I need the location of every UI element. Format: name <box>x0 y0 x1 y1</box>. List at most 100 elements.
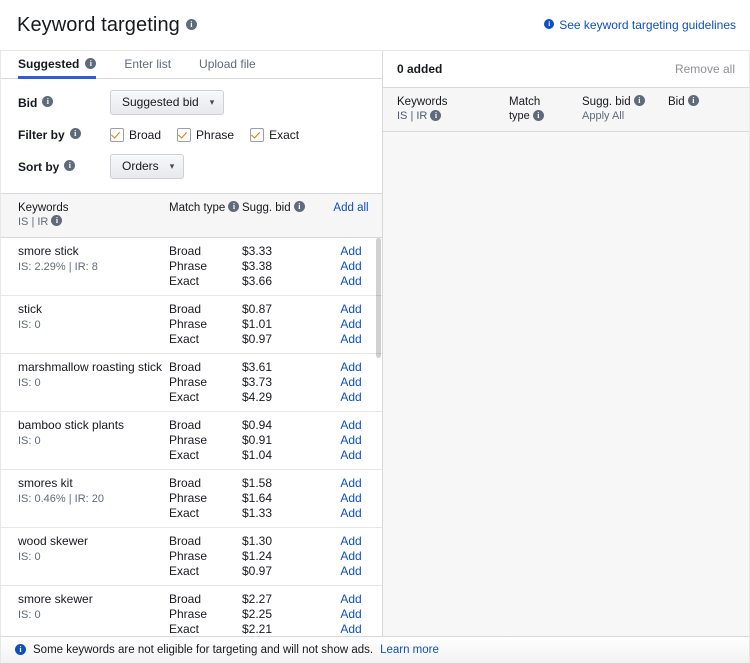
add-keyword-button[interactable]: Add <box>320 476 382 491</box>
info-icon[interactable]: i <box>186 19 197 30</box>
add-keyword-button[interactable]: Add <box>320 491 382 506</box>
apply-all-button[interactable]: Apply All <box>582 110 668 122</box>
keyword-stats: IS: 0 <box>18 434 169 449</box>
keyword-text: smore stick <box>18 244 169 259</box>
sort-by-dropdown[interactable]: Orders ▾ <box>110 154 184 179</box>
sugg-bid-cell: $0.94$0.91$1.04 <box>242 418 320 463</box>
checkbox-exact[interactable]: Exact <box>250 128 299 142</box>
is-ir-label: IS | IR <box>397 110 427 122</box>
sugg-bid-cell: $1.30$1.24$0.97 <box>242 534 320 579</box>
actions-cell: AddAddAdd <box>320 302 382 347</box>
keyword-stats: IS: 0 <box>18 550 169 565</box>
added-column-sugg-bid-label: Sugg. bid <box>582 96 631 108</box>
add-keyword-button[interactable]: Add <box>320 390 382 405</box>
add-keyword-button[interactable]: Add <box>320 506 382 521</box>
info-icon[interactable]: i <box>430 110 441 121</box>
add-keyword-button[interactable]: Add <box>320 375 382 390</box>
added-column-keywords: Keywords IS | IR i <box>397 96 509 122</box>
info-icon[interactable]: i <box>51 215 62 226</box>
info-icon: i <box>544 19 554 29</box>
add-keyword-button[interactable]: Add <box>320 433 382 448</box>
match-type-cell: BroadPhraseExact <box>169 418 242 463</box>
tab-suggested[interactable]: Suggested i <box>18 51 110 78</box>
page-title-text: Keyword targeting <box>17 14 180 37</box>
add-keyword-button[interactable]: Add <box>320 622 382 636</box>
add-keyword-button[interactable]: Add <box>320 302 382 317</box>
tab-enter-list[interactable]: Enter list <box>124 51 185 78</box>
match-type-value: Exact <box>169 274 242 289</box>
checkbox-phrase[interactable]: Phrase <box>177 128 234 142</box>
keyword-cell: smores kitIS: 0.46% | IR: 20 <box>1 476 169 507</box>
info-icon[interactable]: i <box>294 201 305 212</box>
add-keyword-button[interactable]: Add <box>320 592 382 607</box>
add-keyword-button[interactable]: Add <box>320 418 382 433</box>
scrollbar-thumb[interactable] <box>376 238 381 358</box>
match-type-value: Exact <box>169 390 242 405</box>
keyword-cell: smore stickIS: 2.29% | IR: 8 <box>1 244 169 275</box>
tab-bar: Suggested i Enter list Upload file <box>1 51 382 79</box>
actions-cell: AddAddAdd <box>320 592 382 636</box>
info-icon[interactable]: i <box>228 201 239 212</box>
info-icon[interactable]: i <box>634 95 645 106</box>
keyword-guidelines-label: See keyword targeting guidelines <box>559 18 736 32</box>
added-keywords-pane: 0 added Remove all Keywords IS | IR i Ma… <box>383 51 750 636</box>
match-type-value: Exact <box>169 622 242 636</box>
column-header-sugg-bid-label: Sugg. bid <box>242 202 291 214</box>
bid-dropdown[interactable]: Suggested bid ▾ <box>110 90 224 115</box>
keyword-stats: IS: 0.46% | IR: 20 <box>18 492 169 507</box>
info-icon[interactable]: i <box>533 110 544 121</box>
suggested-keywords-list[interactable]: smore stickIS: 2.29% | IR: 8BroadPhraseE… <box>1 238 382 636</box>
match-type-value: Phrase <box>169 549 242 564</box>
added-count: 0 added <box>397 62 442 76</box>
sort-by-dropdown-value: Orders <box>122 159 159 173</box>
learn-more-link[interactable]: Learn more <box>380 644 439 656</box>
checkbox-broad-box[interactable] <box>110 128 124 142</box>
checkbox-broad-label: Broad <box>129 128 161 142</box>
info-icon[interactable]: i <box>688 95 699 106</box>
keyword-cell: bamboo stick plantsIS: 0 <box>1 418 169 449</box>
added-column-bid: Bid i <box>668 96 749 108</box>
info-icon[interactable]: i <box>64 160 75 171</box>
add-keyword-button[interactable]: Add <box>320 549 382 564</box>
keyword-text: stick <box>18 302 169 317</box>
add-keyword-button[interactable]: Add <box>320 360 382 375</box>
add-keyword-button[interactable]: Add <box>320 448 382 463</box>
add-all-button[interactable]: Add all <box>320 202 382 214</box>
sugg-bid-value: $3.38 <box>242 259 320 274</box>
table-row: bamboo stick plantsIS: 0BroadPhraseExact… <box>1 412 382 470</box>
sugg-bid-cell: $3.61$3.73$4.29 <box>242 360 320 405</box>
table-row: stickIS: 0BroadPhraseExact$0.87$1.01$0.9… <box>1 296 382 354</box>
sugg-bid-value: $3.66 <box>242 274 320 289</box>
add-keyword-button[interactable]: Add <box>320 259 382 274</box>
info-icon[interactable]: i <box>42 96 53 107</box>
match-type-value: Exact <box>169 448 242 463</box>
sort-by-row: Sort by i Orders ▾ <box>18 154 382 180</box>
checkbox-broad[interactable]: Broad <box>110 128 161 142</box>
add-keyword-button[interactable]: Add <box>320 274 382 289</box>
add-keyword-button[interactable]: Add <box>320 564 382 579</box>
match-type-value: Phrase <box>169 375 242 390</box>
actions-cell: AddAddAdd <box>320 476 382 521</box>
chevron-down-icon: ▾ <box>210 98 215 107</box>
match-type-cell: BroadPhraseExact <box>169 302 242 347</box>
vertical-scrollbar[interactable] <box>375 238 382 636</box>
keyword-guidelines-link[interactable]: i See keyword targeting guidelines <box>544 18 736 32</box>
sugg-bid-value: $2.27 <box>242 592 320 607</box>
column-header-keywords-sub: IS | IR i <box>18 216 169 228</box>
add-keyword-button[interactable]: Add <box>320 244 382 259</box>
add-keyword-button[interactable]: Add <box>320 534 382 549</box>
sugg-bid-cell: $1.58$1.64$1.33 <box>242 476 320 521</box>
info-icon[interactable]: i <box>85 58 96 69</box>
add-keyword-button[interactable]: Add <box>320 317 382 332</box>
checkbox-phrase-box[interactable] <box>177 128 191 142</box>
info-icon[interactable]: i <box>70 128 81 139</box>
sugg-bid-value: $2.25 <box>242 607 320 622</box>
checkbox-phrase-label: Phrase <box>196 128 234 142</box>
add-keyword-button[interactable]: Add <box>320 332 382 347</box>
sugg-bid-value: $4.29 <box>242 390 320 405</box>
tab-upload-file[interactable]: Upload file <box>199 51 270 78</box>
keyword-text: bamboo stick plants <box>18 418 169 433</box>
add-keyword-button[interactable]: Add <box>320 607 382 622</box>
checkbox-exact-box[interactable] <box>250 128 264 142</box>
remove-all-button[interactable]: Remove all <box>675 62 735 76</box>
